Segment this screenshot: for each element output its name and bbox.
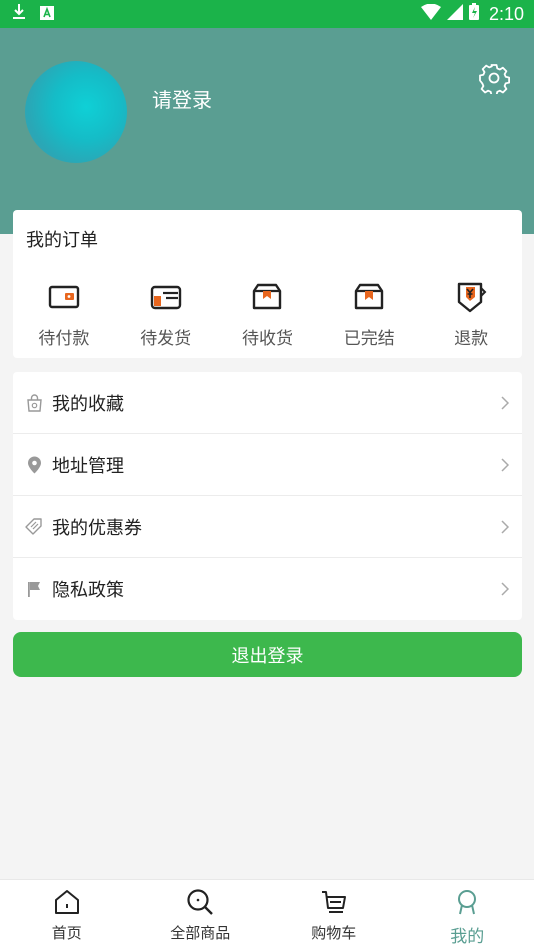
menu-addresses[interactable]: 地址管理 xyxy=(13,434,522,496)
download-icon xyxy=(12,3,26,25)
cart-icon xyxy=(321,891,346,913)
app-notification-icon xyxy=(40,5,54,24)
home-icon xyxy=(54,890,79,914)
location-pin-icon xyxy=(25,456,43,474)
card-icon xyxy=(150,285,181,310)
login-prompt[interactable]: 请登录 xyxy=(152,84,212,113)
tab-cart[interactable]: 购物车 xyxy=(267,880,401,950)
tab-all-products[interactable]: 全部商品 xyxy=(134,880,268,950)
profile-icon xyxy=(458,890,477,915)
order-refund[interactable]: 退款 xyxy=(420,280,522,349)
battery-icon xyxy=(468,3,479,25)
box-icon xyxy=(253,283,282,310)
logout-button[interactable]: 退出登录 xyxy=(13,632,522,677)
settings-button[interactable] xyxy=(478,62,510,97)
chevron-right-icon xyxy=(501,519,510,534)
box-done-icon xyxy=(355,283,384,310)
favorites-bag-icon xyxy=(25,393,43,412)
tab-home[interactable]: 首页 xyxy=(0,880,134,950)
bottom-tab-bar: 首页 全部商品 购物车 我的 xyxy=(0,879,534,950)
order-status-row: 待付款 待发货 待收货 已完结 退款 xyxy=(13,280,522,349)
avatar[interactable] xyxy=(25,61,127,163)
menu-coupons[interactable]: 我的优惠券 xyxy=(13,496,522,558)
search-icon xyxy=(187,889,214,915)
order-pending-payment[interactable]: 待付款 xyxy=(13,280,115,349)
gear-icon xyxy=(479,64,510,97)
order-completed[interactable]: 已完结 xyxy=(318,280,420,349)
chevron-right-icon xyxy=(501,582,510,596)
order-pending-shipment[interactable]: 待发货 xyxy=(115,280,217,349)
wifi-icon xyxy=(420,3,441,25)
orders-title[interactable]: 我的订单 xyxy=(26,226,98,252)
chevron-right-icon xyxy=(501,395,510,410)
coupon-icon xyxy=(25,517,43,536)
chevron-right-icon xyxy=(501,457,510,472)
menu-privacy-policy[interactable]: 隐私政策 xyxy=(13,558,522,620)
account-menu: 我的收藏 地址管理 我的优惠券 隐私政策 xyxy=(13,372,522,620)
order-pending-receipt[interactable]: 待收货 xyxy=(217,280,319,349)
cell-signal-icon xyxy=(446,3,463,25)
flag-icon xyxy=(25,580,43,598)
status-bar: 2:10 xyxy=(0,0,534,28)
orders-card: 我的订单 待付款 待发货 待收货 已完结 退款 xyxy=(13,210,522,358)
tab-profile[interactable]: 我的 xyxy=(401,880,534,950)
menu-favorites[interactable]: 我的收藏 xyxy=(13,372,522,434)
status-time: 2:10 xyxy=(488,3,524,24)
refund-icon xyxy=(457,282,487,313)
wallet-icon xyxy=(48,285,80,309)
